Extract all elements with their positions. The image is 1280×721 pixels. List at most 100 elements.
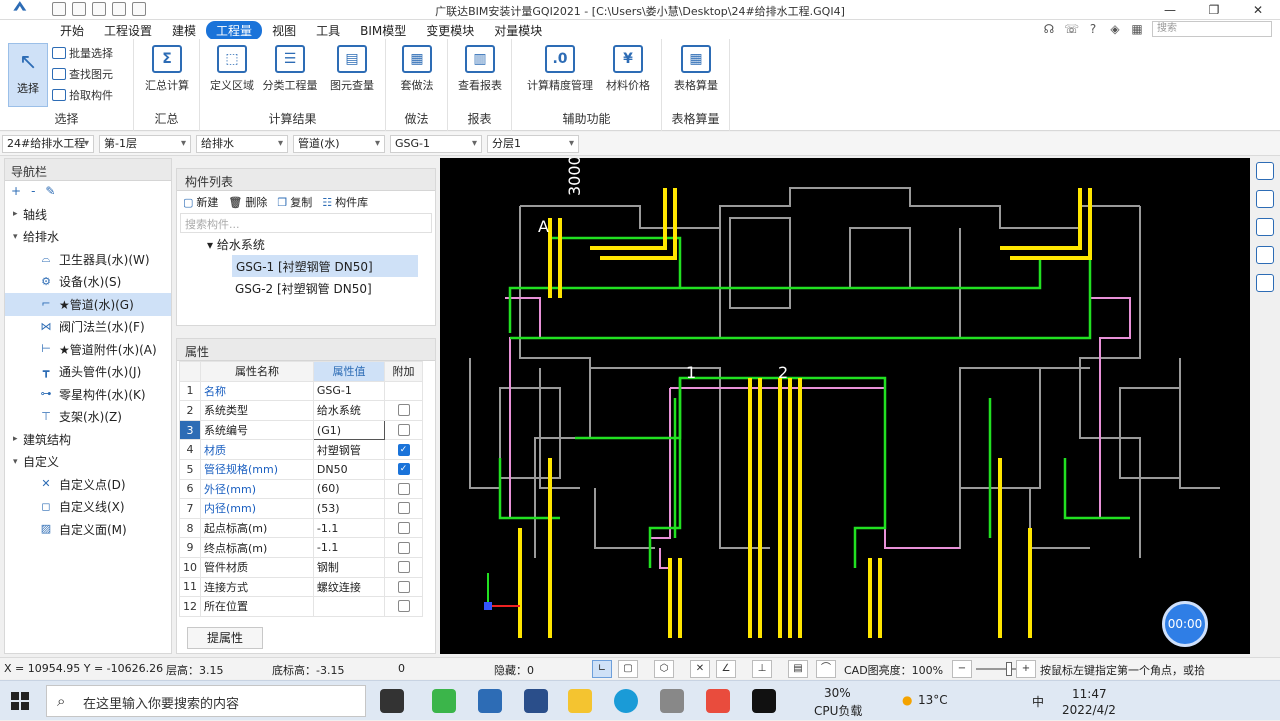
attach-cell[interactable]: ✓	[384, 458, 423, 480]
maximize-button[interactable]: ❐	[1192, 0, 1236, 20]
close-button[interactable]: ✕	[1236, 0, 1280, 20]
type-select[interactable]: 管道(水)	[293, 135, 385, 153]
component-library-button[interactable]: ☷ 构件库	[322, 194, 368, 210]
expand-all-icon[interactable]: +	[11, 184, 21, 200]
property-row[interactable]: 8 起点标高(m) -1.1	[179, 517, 423, 539]
minimize-button[interactable]: —	[1148, 0, 1192, 20]
3d-snap-button[interactable]: ⬡	[654, 660, 674, 678]
glodon-app-icon[interactable]	[478, 689, 502, 713]
property-row[interactable]: 10 管件材质 钢制	[179, 556, 423, 578]
view-3d-icon[interactable]	[1256, 190, 1274, 208]
slider-thumb[interactable]	[1006, 662, 1012, 676]
property-row[interactable]: 3 系统编号 (G1)	[179, 419, 423, 441]
apply-method-button[interactable]: ▦ 套做法	[385, 43, 449, 93]
angle-button[interactable]: ∠	[716, 660, 736, 678]
new-component-button[interactable]: ▢ 新建	[183, 194, 218, 210]
material-price-button[interactable]: ¥ 材料价格	[596, 43, 660, 93]
nav-item-bracket[interactable]: ⊤ 支架(水)(Z)	[5, 406, 171, 429]
property-value[interactable]: 钢制	[312, 556, 386, 578]
precision-button[interactable]: .0 计算精度管理	[524, 43, 596, 93]
component-item[interactable]: GSG-2 [衬塑钢管 DN50]	[177, 277, 435, 299]
attach-cell[interactable]	[384, 478, 423, 500]
menu-modeling[interactable]: 建模	[162, 21, 206, 40]
help-icon[interactable]: ?	[1086, 22, 1100, 36]
project-select[interactable]: 24#给排水工程	[2, 135, 94, 153]
tool-app-icon[interactable]	[660, 689, 684, 713]
taskbar-search[interactable]: ⌕ 在这里输入你要搜索的内容	[46, 685, 366, 717]
nav-item-valve[interactable]: ⋈ 阀门法兰(水)(F)	[5, 316, 171, 339]
property-value[interactable]: GSG-1	[312, 380, 386, 402]
property-row[interactable]: 11 连接方式 螺纹连接	[179, 576, 423, 598]
system-node[interactable]: ▾ 给水系统	[177, 233, 435, 255]
menu-quantities[interactable]: 工程量	[206, 21, 263, 40]
property-row[interactable]: 12 所在位置	[179, 596, 423, 617]
ime-indicator[interactable]: 中	[1032, 693, 1044, 710]
floor-select[interactable]: 第-1层	[99, 135, 191, 153]
capcut-icon[interactable]	[752, 689, 776, 713]
classified-qty-button[interactable]: ☰ 分类工程量	[258, 43, 322, 93]
edit-icon[interactable]: ✎	[45, 184, 55, 200]
attach-cell[interactable]	[384, 380, 423, 402]
menu-change-module[interactable]: 变更模块	[416, 21, 484, 40]
property-value[interactable]: 螺纹连接	[312, 576, 386, 598]
attach-checkbox[interactable]	[397, 404, 410, 417]
delete-component-button[interactable]: 🗑 删除	[228, 194, 267, 210]
extract-properties-button[interactable]: 提属性	[187, 627, 263, 649]
brightness-slider[interactable]	[976, 662, 1016, 676]
nav-item-custom-line[interactable]: ◻ 自定义线(X)	[5, 496, 171, 519]
find-element-button[interactable]: 查找图元	[52, 66, 113, 82]
attach-checkbox[interactable]	[397, 600, 410, 613]
headset-icon[interactable]: ☊	[1042, 22, 1056, 36]
orbit-icon[interactable]	[1256, 162, 1274, 180]
property-row[interactable]: 6 外径(mm) (60)	[179, 478, 423, 500]
search-input[interactable]: 搜索	[1152, 21, 1272, 37]
attach-checkbox[interactable]: ✓	[397, 463, 410, 476]
browser-360-icon[interactable]	[432, 689, 456, 713]
attach-checkbox[interactable]	[397, 424, 410, 437]
layer-select[interactable]: 分层1	[487, 135, 579, 153]
arc-button[interactable]: ⌒	[816, 660, 836, 678]
copy-component-button[interactable]: ❐ 复制	[277, 194, 312, 210]
table-calc-button[interactable]: ▦ 表格算量	[664, 43, 728, 93]
menu-tools[interactable]: 工具	[306, 21, 350, 40]
colorful-app-icon[interactable]	[706, 689, 730, 713]
menu-start[interactable]: 开始	[50, 21, 94, 40]
property-value[interactable]: 衬塑钢管	[312, 439, 386, 460]
nav-item-pipe[interactable]: ⌐ ★管道(水)(G)	[5, 293, 171, 316]
nav-item-sanitary[interactable]: ⌓ 卫生器具(水)(W)	[5, 248, 171, 271]
discipline-select[interactable]: 给排水	[196, 135, 288, 153]
component-item[interactable]: GSG-1 [衬塑钢管 DN50]	[232, 255, 418, 277]
attach-cell[interactable]	[384, 596, 423, 617]
element-qty-button[interactable]: ▤ 图元查量	[320, 43, 384, 93]
snap-box-button[interactable]: ▢	[618, 660, 638, 678]
line-style-button[interactable]: ⊥	[752, 660, 772, 678]
phone-icon[interactable]: ☏	[1064, 22, 1079, 36]
attach-cell[interactable]	[384, 517, 423, 539]
windows-start-icon[interactable]	[10, 691, 30, 711]
attach-cell[interactable]	[384, 498, 423, 519]
cad-app-icon[interactable]	[524, 689, 548, 713]
nav-item-fitting[interactable]: ┳ 通头管件(水)(J)	[5, 361, 171, 384]
view-report-button[interactable]: ▥ 查看报表	[448, 43, 512, 93]
recording-timer[interactable]: 00:00	[1162, 601, 1208, 647]
menu-view[interactable]: 视图	[262, 21, 306, 40]
attach-cell[interactable]	[384, 556, 423, 578]
summary-calc-button[interactable]: Σ 汇总计算	[135, 43, 199, 93]
property-value[interactable]: (60)	[312, 478, 386, 500]
nav-item-structure[interactable]: ▸ 建筑结构	[5, 428, 171, 451]
select-button[interactable]: ↖ 选择	[8, 43, 48, 107]
zoom-out-button[interactable]: −	[952, 660, 972, 678]
attach-checkbox[interactable]	[397, 580, 410, 593]
attach-cell[interactable]	[384, 419, 423, 441]
nav-item-custom[interactable]: ▾ 自定义	[5, 451, 171, 474]
property-row[interactable]: 2 系统类型 给水系统	[179, 400, 423, 421]
nav-item-custom-face[interactable]: ▨ 自定义面(M)	[5, 518, 171, 541]
edge-browser-icon[interactable]	[614, 689, 638, 713]
zoom-in-button[interactable]: +	[1016, 660, 1036, 678]
nav-item-equipment[interactable]: ⚙ 设备(水)(S)	[5, 271, 171, 294]
property-value[interactable]: DN50	[312, 458, 386, 480]
define-area-button[interactable]: ⬚ 定义区域	[200, 43, 264, 93]
property-row[interactable]: 9 终点标高(m) -1.1	[179, 537, 423, 558]
cross-button[interactable]: ✕	[690, 660, 710, 678]
print-button[interactable]: ▤	[788, 660, 808, 678]
